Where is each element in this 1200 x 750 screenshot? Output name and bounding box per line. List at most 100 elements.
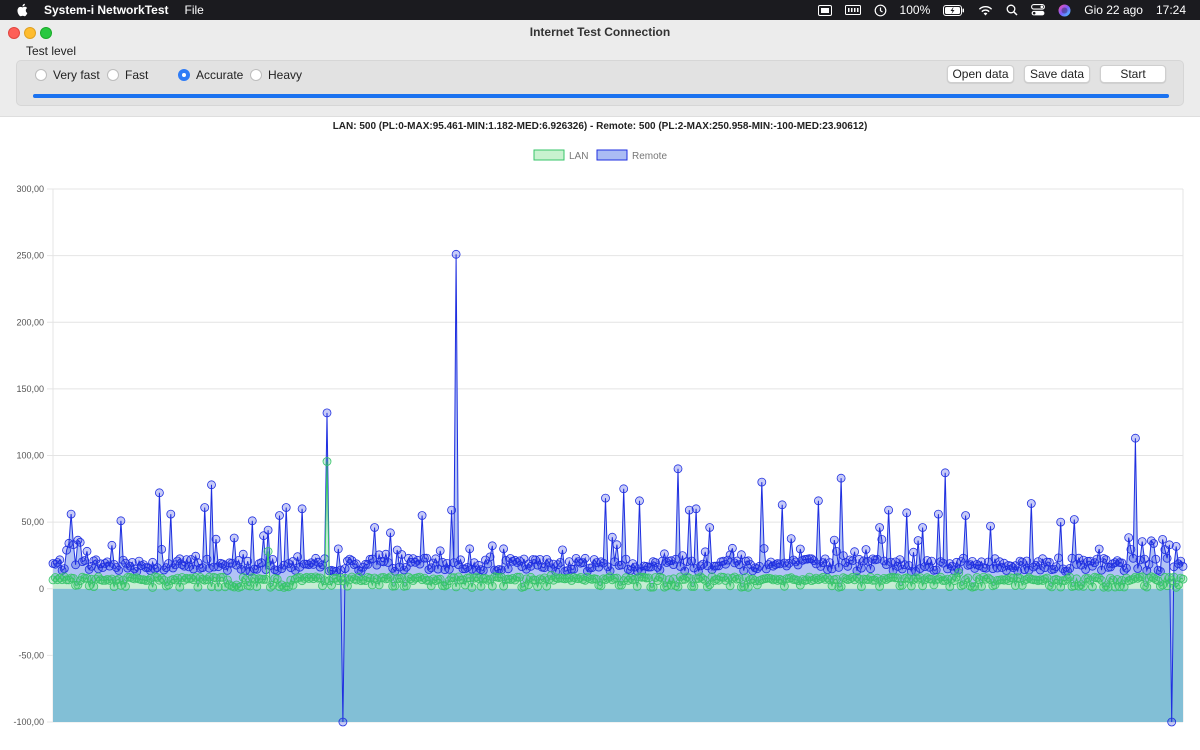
latency-chart: -100,00 -50,00 0 50,00 100,00 150,00 200,00 250… bbox=[13, 149, 1188, 727]
lan-point bbox=[673, 582, 683, 592]
battery-icon[interactable] bbox=[943, 4, 965, 16]
lan-point bbox=[1079, 581, 1088, 591]
save-data-button[interactable]: Save data bbox=[1024, 65, 1090, 83]
remote-point bbox=[884, 505, 893, 515]
remote-point bbox=[814, 496, 823, 506]
remote-point bbox=[55, 555, 65, 565]
remote-point bbox=[247, 516, 257, 526]
lan-point bbox=[1088, 582, 1097, 592]
menubar-date[interactable]: Gio 22 ago bbox=[1084, 3, 1143, 17]
remote-point bbox=[836, 473, 846, 483]
remote-point bbox=[207, 480, 216, 490]
remote-point bbox=[1151, 554, 1161, 564]
radio-fast-indicator[interactable] bbox=[107, 69, 119, 81]
remote-point bbox=[275, 511, 284, 520]
legend-lan-swatch[interactable] bbox=[533, 149, 565, 161]
memory-icon[interactable] bbox=[844, 5, 861, 15]
y-tick-label: 200,00 bbox=[16, 317, 44, 327]
wifi-icon[interactable] bbox=[978, 5, 993, 16]
remote-point bbox=[861, 545, 871, 554]
remote-point bbox=[263, 525, 273, 535]
remote-point bbox=[700, 547, 710, 557]
radio-very-fast-indicator[interactable] bbox=[35, 69, 47, 81]
open-data-button[interactable]: Open data bbox=[947, 65, 1014, 83]
remote-point bbox=[1056, 517, 1066, 527]
remote-point bbox=[202, 554, 212, 564]
radio-fast-label: Fast bbox=[125, 68, 149, 82]
remote-point bbox=[691, 504, 701, 514]
remote-point bbox=[1162, 553, 1172, 563]
lan-point bbox=[401, 581, 411, 591]
lan-point bbox=[148, 582, 158, 592]
remote-point bbox=[1054, 553, 1063, 563]
remote-point bbox=[875, 523, 884, 532]
remote-point bbox=[59, 564, 69, 574]
y-tick-label: 100,00 bbox=[16, 451, 44, 461]
remote-point bbox=[200, 503, 210, 512]
remote-point bbox=[1171, 541, 1181, 551]
remote-point bbox=[385, 528, 395, 538]
display-icon[interactable] bbox=[817, 4, 832, 16]
remote-point bbox=[1149, 539, 1158, 548]
remote-point bbox=[322, 408, 332, 418]
remote-point bbox=[1094, 544, 1104, 554]
remote-point bbox=[601, 493, 610, 503]
remote-point bbox=[281, 503, 291, 512]
remote-point bbox=[558, 545, 567, 555]
radio-accurate[interactable]: Accurate bbox=[178, 68, 243, 82]
remote-point bbox=[499, 544, 509, 554]
remote-point bbox=[1069, 515, 1079, 524]
remote-point bbox=[1144, 559, 1154, 569]
siri-icon[interactable] bbox=[1058, 4, 1071, 17]
legend-remote-swatch[interactable] bbox=[596, 149, 628, 161]
progress-bar bbox=[33, 94, 1169, 98]
lan-point bbox=[743, 582, 753, 592]
file-menu[interactable]: File bbox=[184, 3, 203, 17]
remote-point bbox=[456, 555, 466, 565]
remote-point bbox=[451, 249, 461, 259]
remote-point bbox=[82, 546, 92, 556]
remote-point bbox=[1026, 499, 1036, 508]
remote-point bbox=[381, 549, 391, 559]
remote-point bbox=[340, 564, 350, 574]
remote-point bbox=[417, 511, 427, 520]
chart-title: LAN: 500 (PL:0-MAX:95.461-MIN:1.182-MED:… bbox=[332, 121, 868, 132]
chart-legend: LAN Remote bbox=[533, 149, 667, 162]
radio-heavy-indicator[interactable] bbox=[250, 69, 262, 81]
window-title: Internet Test Connection bbox=[529, 25, 671, 39]
legend-lan-label: LAN bbox=[569, 151, 588, 162]
remote-point bbox=[1137, 537, 1147, 547]
radio-heavy[interactable]: Heavy bbox=[250, 68, 302, 82]
lan-point bbox=[263, 546, 273, 556]
remote-point bbox=[877, 534, 887, 544]
remote-point bbox=[786, 534, 796, 544]
app-name-menu[interactable]: System-i NetworkTest bbox=[44, 3, 168, 17]
lan-point bbox=[857, 582, 866, 592]
search-icon[interactable] bbox=[1006, 4, 1018, 16]
remote-point bbox=[986, 521, 995, 531]
radio-very-fast[interactable]: Very fast bbox=[35, 68, 100, 82]
remote-point bbox=[243, 556, 253, 566]
lan-point bbox=[1178, 574, 1188, 584]
radio-fast[interactable]: Fast bbox=[107, 68, 148, 82]
remote-point bbox=[465, 544, 475, 554]
y-tick-label: -50,00 bbox=[18, 650, 44, 660]
remote-point bbox=[728, 543, 737, 553]
remote-point bbox=[1122, 563, 1131, 573]
lan-point bbox=[632, 581, 642, 591]
time-machine-icon[interactable] bbox=[874, 4, 887, 17]
radio-accurate-indicator[interactable] bbox=[178, 69, 190, 81]
start-button[interactable]: Start bbox=[1100, 65, 1166, 83]
lan-point bbox=[390, 581, 400, 591]
remote-point bbox=[673, 464, 683, 474]
remote-point bbox=[1126, 544, 1136, 554]
remote-point bbox=[80, 556, 90, 565]
remote-point bbox=[705, 523, 715, 532]
window-title-bar: Internet Test Connection bbox=[0, 20, 1200, 45]
lan-point bbox=[1142, 582, 1152, 592]
lan-point bbox=[836, 582, 846, 592]
control-center-icon[interactable] bbox=[1031, 4, 1046, 16]
menubar-time[interactable]: 17:24 bbox=[1156, 3, 1186, 17]
apple-icon[interactable] bbox=[16, 0, 32, 20]
radio-very-fast-label: Very fast bbox=[53, 68, 100, 82]
